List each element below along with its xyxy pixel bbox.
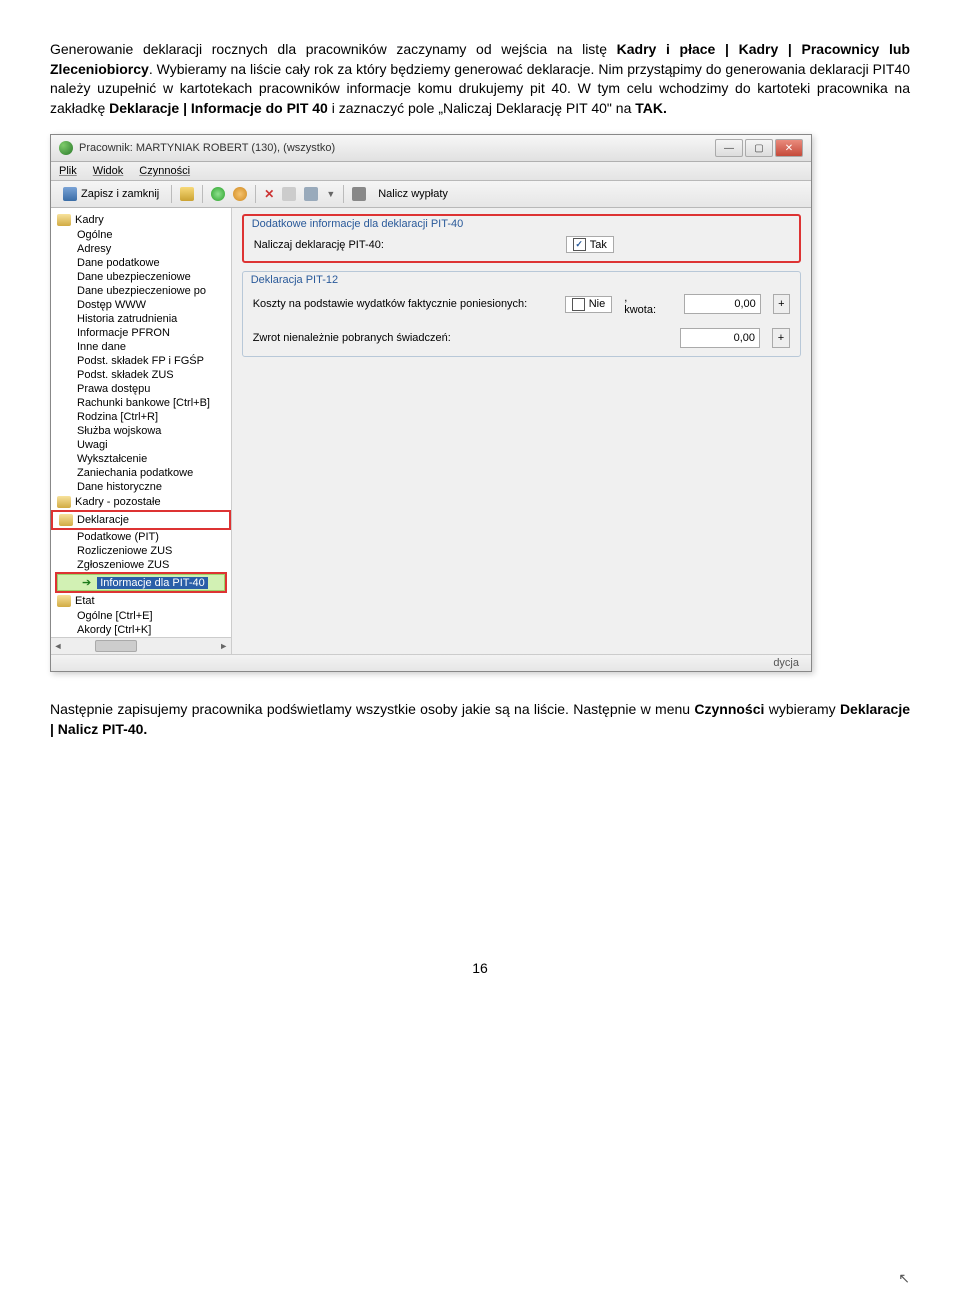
check-icon: ✓ <box>573 238 586 251</box>
tree-item[interactable]: Uwagi <box>51 438 231 452</box>
dropdown-icon[interactable] <box>304 187 318 201</box>
tree-item[interactable]: Ogólne [Ctrl+E] <box>51 609 231 623</box>
folder-icon <box>57 496 71 508</box>
tree-item[interactable]: Dane ubezpieczeniowe po <box>51 284 231 298</box>
scrollbar-horizontal[interactable]: ◄ ► <box>51 637 231 654</box>
window-title: Pracownik: MARTYNIAK ROBERT (130), (wszy… <box>79 142 709 154</box>
app-icon <box>59 141 73 155</box>
scroll-right-icon[interactable]: ► <box>217 639 231 653</box>
toolbar: Zapisz i zamknij ✕ ▼ Nalicz wypłaty <box>51 181 811 208</box>
nalicz-button[interactable]: Nalicz wypłaty <box>374 186 452 202</box>
groupbox-legend: Deklaracja PIT-12 <box>243 272 800 288</box>
tree-item[interactable]: Podatkowe (PIT) <box>51 530 231 544</box>
folder-icon <box>57 595 71 607</box>
scrollbar-thumb[interactable] <box>95 640 137 652</box>
checkbox-nie[interactable]: Nie <box>565 296 613 313</box>
tree-item[interactable]: Rachunki bankowe [Ctrl+B] <box>51 396 231 410</box>
scroll-left-icon[interactable]: ◄ <box>51 639 65 653</box>
tree-item[interactable]: Ogólne <box>51 228 231 242</box>
folder-icon <box>59 514 73 526</box>
save-close-button[interactable]: Zapisz i zamknij <box>59 185 163 203</box>
tree-item[interactable]: Rodzina [Ctrl+R] <box>51 410 231 424</box>
spinner-up-icon[interactable]: + <box>773 294 790 314</box>
label-kwota: , kwota: <box>624 292 660 316</box>
statusbar: ↖ dycja <box>51 654 811 671</box>
maximize-button[interactable]: ▢ <box>745 139 773 157</box>
check-icon <box>572 298 585 311</box>
tree-item-pit40-highlight: ➔ Informacje dla PIT-40 <box>55 572 227 593</box>
spinner-up-icon[interactable]: + <box>772 328 790 348</box>
menu-czynnosci[interactable]: Czynności <box>139 165 190 177</box>
tree-item[interactable]: Wykształcenie <box>51 452 231 466</box>
menu-widok[interactable]: Widok <box>93 165 124 177</box>
menu-plik[interactable]: Plik <box>59 165 77 177</box>
tree-item[interactable]: Dostęp WWW <box>51 298 231 312</box>
wand-icon[interactable] <box>352 187 366 201</box>
app-window: Pracownik: MARTYNIAK ROBERT (130), (wszy… <box>50 134 812 672</box>
tree-item[interactable]: Informacje PFRON <box>51 326 231 340</box>
input-kwota[interactable]: 0,00 <box>684 294 761 314</box>
tree-item[interactable]: Podst. składek ZUS <box>51 368 231 382</box>
tree-item[interactable]: Historia zatrudnienia <box>51 312 231 326</box>
disk-icon <box>63 187 77 201</box>
close-button[interactable]: ✕ <box>775 139 803 157</box>
checklist-icon[interactable] <box>282 187 296 201</box>
tree-group-etat[interactable]: Etat <box>51 593 231 609</box>
tree-item[interactable]: Zaniechania podatkowe <box>51 466 231 480</box>
tree-item[interactable]: Służba wojskowa <box>51 424 231 438</box>
folder-icon[interactable] <box>180 187 194 201</box>
label-zwrot: Zwrot nienależnie pobranych świadczeń: <box>253 332 553 344</box>
input-zwrot[interactable]: 0,00 <box>680 328 760 348</box>
tree-item[interactable]: Dane ubezpieczeniowe <box>51 270 231 284</box>
tree-group-kadry[interactable]: Kadry <box>51 212 231 228</box>
tree-item[interactable]: Zgłoszeniowe ZUS <box>51 558 231 572</box>
arrow-right-icon: ➔ <box>82 576 91 589</box>
tree-group-deklaracje[interactable]: Deklaracje <box>51 510 231 530</box>
tree-item[interactable]: Adresy <box>51 242 231 256</box>
folder-icon <box>57 214 71 226</box>
delete-icon[interactable]: ✕ <box>264 187 274 201</box>
tree-item-pit40[interactable]: ➔ Informacje dla PIT-40 <box>57 574 225 591</box>
groupbox-pit12: Deklaracja PIT-12 Koszty na podstawie wy… <box>242 271 801 357</box>
tree-group-pozostale[interactable]: Kadry - pozostałe <box>51 494 231 510</box>
tree-item[interactable]: Rozliczeniowe ZUS <box>51 544 231 558</box>
sidebar: Kadry Ogólne Adresy Dane podatkowe Dane … <box>51 208 232 654</box>
titlebar[interactable]: Pracownik: MARTYNIAK ROBERT (130), (wszy… <box>51 135 811 162</box>
label-koszty: Koszty na podstawie wydatków faktycznie … <box>253 298 553 310</box>
tree-item[interactable]: Prawa dostępu <box>51 382 231 396</box>
paragraph-2: Następnie zapisujemy pracownika podświet… <box>50 700 910 739</box>
form-area: Dodatkowe informacje dla deklaracji PIT-… <box>232 208 811 654</box>
nav-back-icon[interactable] <box>211 187 225 201</box>
tree-item[interactable]: Dane historyczne <box>51 480 231 494</box>
tree-item[interactable]: Inne dane <box>51 340 231 354</box>
groupbox-legend: Dodatkowe informacje dla deklaracji PIT-… <box>244 216 799 232</box>
page-number: 16 <box>50 960 910 976</box>
cursor-icon: ↖ <box>898 1270 910 1287</box>
minimize-button[interactable]: — <box>715 139 743 157</box>
menubar: Plik Widok Czynności <box>51 162 811 181</box>
paragraph-1: Generowanie deklaracji rocznych dla prac… <box>50 40 910 118</box>
nav-fwd-icon[interactable] <box>233 187 247 201</box>
tree-item[interactable]: Podst. składek FP i FGŚP <box>51 354 231 368</box>
tree-item[interactable]: Dane podatkowe <box>51 256 231 270</box>
tree-item[interactable]: Akordy [Ctrl+K] <box>51 623 231 637</box>
checkbox-tak[interactable]: ✓ Tak <box>566 236 614 253</box>
groupbox-pit40: Dodatkowe informacje dla deklaracji PIT-… <box>242 214 801 263</box>
label-naliczaj: Naliczaj deklarację PIT-40: <box>254 239 554 251</box>
